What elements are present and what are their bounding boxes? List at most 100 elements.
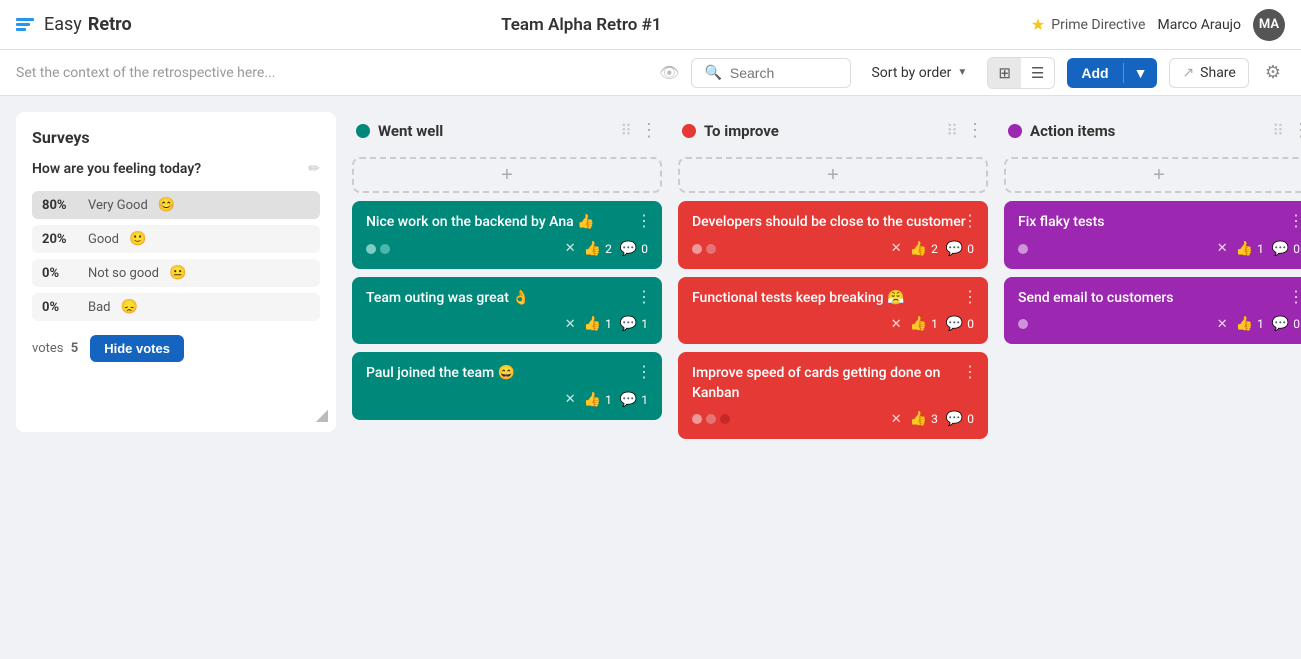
thumbs-up-icon: 👍: [910, 316, 927, 332]
hide-votes-button[interactable]: Hide votes: [90, 335, 184, 362]
card-dot: [706, 244, 716, 254]
survey-option-very-good: 80% Very Good 😊: [32, 191, 320, 219]
edit-icon[interactable]: ✏: [308, 161, 320, 177]
star-icon: ★: [1031, 15, 1045, 34]
card-menu-icon[interactable]: ⋮: [1288, 287, 1301, 306]
search-input[interactable]: [730, 65, 830, 81]
card-comment-button[interactable]: 💬 1: [620, 392, 648, 408]
card-delete-icon[interactable]: ✕: [565, 241, 576, 256]
thumbs-up-icon: 👍: [584, 316, 601, 332]
comment-count: 1: [641, 317, 648, 331]
card-went-well-3[interactable]: ⋮ Paul joined the team 😄 ✕ 👍 1 💬 1: [352, 352, 662, 420]
card-delete-icon[interactable]: ✕: [891, 241, 902, 256]
drag-handle-went-well[interactable]: ⠿: [620, 121, 632, 140]
card-like-button[interactable]: 👍 3: [910, 411, 938, 427]
column-action-items: Action items ⠿ ⋮ + ⋮ Fix flaky tests ✕ 👍…: [1004, 112, 1301, 643]
like-count: 1: [1257, 242, 1264, 256]
survey-label-good: Good: [88, 232, 119, 247]
like-count: 2: [931, 242, 938, 256]
avatar[interactable]: MA: [1253, 9, 1285, 41]
drag-handle-to-improve[interactable]: ⠿: [946, 121, 958, 140]
header-right: ★ Prime Directive Marco Araujo MA: [1031, 9, 1285, 41]
card-comment-button[interactable]: 💬 0: [1272, 241, 1300, 257]
card-footer: ✕ 👍 2 💬 0: [366, 241, 648, 257]
like-count: 3: [931, 412, 938, 426]
card-delete-icon[interactable]: ✕: [1217, 241, 1228, 256]
card-menu-icon[interactable]: ⋮: [636, 287, 652, 306]
card-dot: [1018, 244, 1028, 254]
prime-directive-link[interactable]: ★ Prime Directive: [1031, 15, 1146, 34]
add-card-to-improve[interactable]: +: [678, 157, 988, 193]
card-comment-button[interactable]: 💬 0: [946, 241, 974, 257]
card-went-well-2[interactable]: ⋮ Team outing was great 👌 ✕ 👍 1 💬 1: [352, 277, 662, 345]
card-comment-button[interactable]: 💬 0: [946, 411, 974, 427]
card-comment-button[interactable]: 💬 0: [620, 241, 648, 257]
add-card-went-well[interactable]: +: [352, 157, 662, 193]
settings-icon[interactable]: ⚙: [1261, 58, 1285, 87]
card-like-button[interactable]: 👍 1: [1236, 316, 1264, 332]
sort-button[interactable]: Sort by order ▼: [863, 59, 975, 87]
card-like-button[interactable]: 👍 1: [584, 316, 612, 332]
card-like-button[interactable]: 👍 1: [1236, 241, 1264, 257]
chevron-down-icon[interactable]: ▼: [1124, 58, 1158, 88]
card-footer: ✕ 👍 1 💬 0: [692, 316, 974, 332]
card-to-improve-1[interactable]: ⋮ Developers should be close to the cust…: [678, 201, 988, 269]
card-dot: [720, 414, 730, 424]
column-dot-went-well: [356, 124, 370, 138]
grid-view-button[interactable]: ⊞: [988, 58, 1021, 88]
like-count: 1: [605, 393, 612, 407]
resize-handle[interactable]: ◢: [316, 405, 328, 424]
eye-icon[interactable]: 👁: [659, 63, 679, 82]
card-delete-icon[interactable]: ✕: [891, 412, 902, 427]
card-comment-button[interactable]: 💬 0: [1272, 316, 1300, 332]
card-delete-icon[interactable]: ✕: [565, 392, 576, 407]
user-name[interactable]: Marco Araujo: [1157, 17, 1241, 33]
card-menu-icon[interactable]: ⋮: [636, 362, 652, 381]
card-menu-icon[interactable]: ⋮: [636, 211, 652, 230]
card-delete-icon[interactable]: ✕: [891, 317, 902, 332]
card-like-button[interactable]: 👍 2: [910, 241, 938, 257]
add-button[interactable]: Add ▼: [1067, 58, 1157, 88]
app-header: EasyRetro Team Alpha Retro #1 ★ Prime Di…: [0, 0, 1301, 50]
card-menu-icon[interactable]: ⋮: [1288, 211, 1301, 230]
card-dot: [380, 244, 390, 254]
survey-emoji-bad: 😞: [121, 299, 138, 315]
card-menu-icon[interactable]: ⋮: [962, 287, 978, 306]
card-text: Team outing was great 👌: [366, 289, 648, 309]
votes-row: votes 5 Hide votes: [32, 335, 320, 362]
card-to-improve-3[interactable]: ⋮ Improve speed of cards getting done on…: [678, 352, 988, 439]
card-action-1[interactable]: ⋮ Fix flaky tests ✕ 👍 1 💬 0: [1004, 201, 1301, 269]
logo[interactable]: EasyRetro: [16, 14, 132, 35]
surveys-title: Surveys: [32, 128, 320, 147]
card-dot: [692, 414, 702, 424]
thumbs-up-icon: 👍: [910, 241, 927, 257]
card-text: Paul joined the team 😄: [366, 364, 648, 384]
card-delete-icon[interactable]: ✕: [1217, 317, 1228, 332]
share-button[interactable]: ↗ Share: [1169, 58, 1248, 88]
card-menu-icon[interactable]: ⋮: [962, 211, 978, 230]
more-menu-to-improve[interactable]: ⋮: [966, 120, 984, 141]
survey-pct-good: 20%: [42, 232, 78, 247]
subheader: Set the context of the retrospective her…: [0, 50, 1301, 96]
card-comment-button[interactable]: 💬 1: [620, 316, 648, 332]
card-like-button[interactable]: 👍 2: [584, 241, 612, 257]
card-action-2[interactable]: ⋮ Send email to customers ✕ 👍 1 💬 0: [1004, 277, 1301, 345]
card-menu-icon[interactable]: ⋮: [962, 362, 978, 381]
list-view-button[interactable]: ☰: [1021, 58, 1054, 88]
card-like-button[interactable]: 👍 1: [910, 316, 938, 332]
more-menu-action-items[interactable]: ⋮: [1292, 120, 1301, 141]
like-count: 1: [605, 317, 612, 331]
sort-label: Sort by order: [871, 65, 951, 81]
drag-handle-action-items[interactable]: ⠿: [1272, 121, 1284, 140]
card-went-well-1[interactable]: ⋮ Nice work on the backend by Ana 👍 ✕ 👍 …: [352, 201, 662, 269]
card-like-button[interactable]: 👍 1: [584, 392, 612, 408]
context-placeholder[interactable]: Set the context of the retrospective her…: [16, 65, 647, 81]
column-to-improve: To improve ⠿ ⋮ + ⋮ Developers should be …: [678, 112, 988, 643]
more-menu-went-well[interactable]: ⋮: [640, 120, 658, 141]
survey-option-good: 20% Good 🙂: [32, 225, 320, 253]
prime-directive-label: Prime Directive: [1051, 17, 1145, 33]
add-card-action-items[interactable]: +: [1004, 157, 1301, 193]
card-comment-button[interactable]: 💬 0: [946, 316, 974, 332]
card-to-improve-2[interactable]: ⋮ Functional tests keep breaking 😤 ✕ 👍 1…: [678, 277, 988, 345]
card-delete-icon[interactable]: ✕: [565, 317, 576, 332]
